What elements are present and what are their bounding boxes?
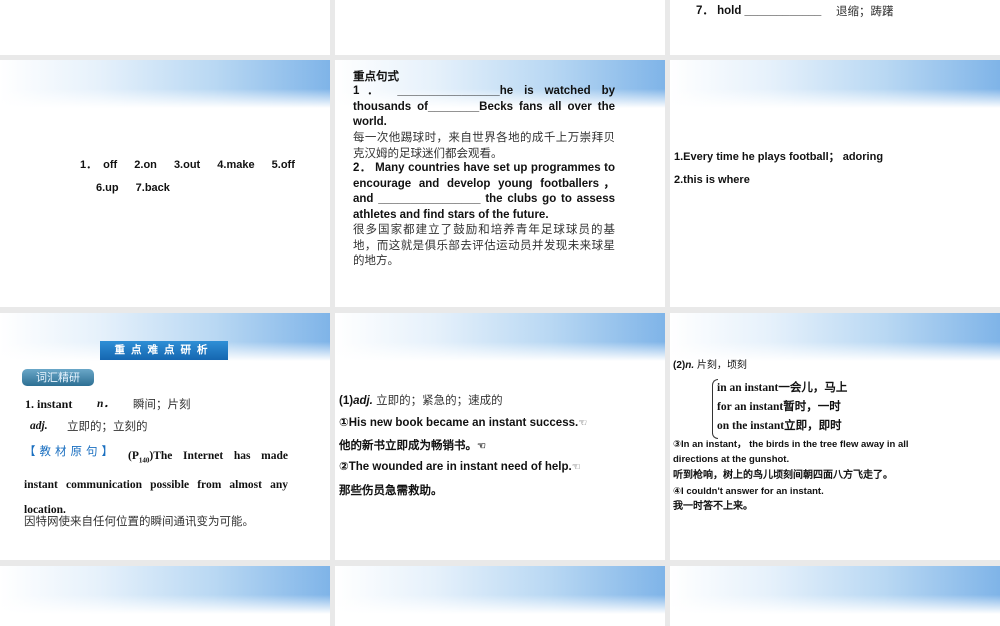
vocab-meaning: 退缩；踌躇	[836, 4, 894, 18]
word: 1. instant	[25, 397, 73, 411]
slide-thumbnail[interactable]	[335, 566, 665, 626]
section-banner: 重点难点研析	[100, 341, 228, 360]
slide-thumbnail[interactable]	[0, 0, 330, 55]
source-en: )The Internet has made instant communica…	[24, 450, 288, 517]
pos: adj.	[30, 420, 48, 432]
example-en: ①His new book became an instant success.	[339, 417, 579, 429]
slide-thumbnail[interactable]: 1.Every time he plays football； adoring …	[670, 60, 1000, 307]
head-num: (2)	[673, 360, 686, 371]
phrase: for an instant暂时，一时	[717, 401, 841, 413]
phrase: in an instant一会儿，马上	[717, 382, 848, 394]
sentence-cn: 很多国家都建立了鼓励和培养青年足球球员的基地，而这就是俱乐部去评估运动员并发现未…	[353, 222, 615, 267]
answer-line: 2.this is where	[674, 174, 750, 186]
example-en: ③In an instant， the birds in the tree fl…	[673, 439, 909, 465]
slide-thumbnail[interactable]: 1． off 2.on 3.out 4.make 5.off 6.up 7.ba…	[0, 60, 330, 307]
answer-line: 6.up 7.back	[96, 182, 170, 194]
source-sentence: (P140)The Internet has made instant comm…	[24, 444, 288, 523]
slide-thumbnail[interactable]: (1)adj. 立即的；紧急的；速成的 ①His new book became…	[335, 313, 665, 560]
sentence-cn: 每一次他踢球时，来自世界各地的成千上万崇拜贝克汉姆的足球迷们都会观看。	[353, 130, 615, 160]
example-en: ②The wounded are in instant need of help…	[339, 461, 572, 473]
slide-header-decoration	[670, 566, 1000, 614]
slide-thumbnail[interactable]: 7． hold ____________ 退缩；踌躇	[670, 0, 1000, 55]
head-pos: n.	[685, 360, 695, 371]
answer-line: 1． off 2.on 3.out 4.make 5.off	[80, 159, 295, 171]
pos: n．	[97, 398, 115, 410]
phrase: on the instant立即，即时	[717, 420, 842, 432]
slide-thumbnail[interactable]	[0, 566, 330, 626]
head-cn: 立即的；紧急的；速成的	[376, 393, 503, 407]
example-cn: 我一时答不上来。	[673, 501, 753, 512]
meaning: 瞬间；片刻	[133, 397, 191, 411]
slide-header-decoration	[670, 313, 1000, 361]
example-cn: 那些伤员急需救助。	[339, 483, 443, 497]
speaker-hand-icon[interactable]: ☜	[572, 462, 581, 473]
answer-line: 1.Every time he plays football； adoring	[674, 151, 884, 163]
slide-header-decoration	[335, 313, 665, 361]
sentence-en: 2． Many countries have set up programmes…	[353, 162, 615, 221]
meaning: 立即的；立刻的	[67, 419, 148, 433]
head-cn: 片刻，顷刻	[696, 360, 747, 371]
slide-header-decoration	[670, 60, 1000, 108]
slide-thumbnail[interactable]	[670, 566, 1000, 626]
sentence-en: 1． ________________he is watched by thou…	[353, 85, 615, 128]
slide-thumbnail[interactable]: 重点难点研析 词汇精研 1. instant n． 瞬间；片刻 adj. 立即的…	[0, 313, 330, 560]
source-page: 140	[138, 456, 150, 465]
slide-thumbnail[interactable]: (2)n. 片刻，顷刻 in an instant一会儿，马上 for an i…	[670, 313, 1000, 560]
source-ref: (P	[128, 450, 139, 462]
example-cn: 他的新书立即成为畅销书。	[339, 438, 477, 452]
slide-header-decoration	[0, 566, 330, 614]
speaker-hand-icon[interactable]: ☜	[578, 418, 587, 429]
head-num: (1)	[339, 395, 354, 407]
source-cn: 因特网使来自任何位置的瞬间通讯变为可能。	[24, 514, 254, 528]
vocab-item: 7． hold ____________	[696, 5, 822, 17]
section-tag: 词汇精研	[22, 369, 94, 386]
slide-thumbnail[interactable]: 重点句式 1． ________________he is watched by…	[335, 60, 665, 307]
head-pos: adj.	[353, 395, 373, 407]
slide-header-decoration	[335, 566, 665, 614]
speaker-hand-icon[interactable]: ☜	[477, 441, 486, 452]
slide-thumbnail[interactable]	[335, 0, 665, 55]
slide-header-decoration	[0, 60, 330, 108]
slide-title: 重点句式	[353, 69, 399, 83]
example-en: ④I couldn't answer for an instant.	[673, 486, 824, 497]
example-cn: 听到枪响，树上的鸟儿顷刻间朝四面八方飞走了。	[673, 470, 893, 481]
